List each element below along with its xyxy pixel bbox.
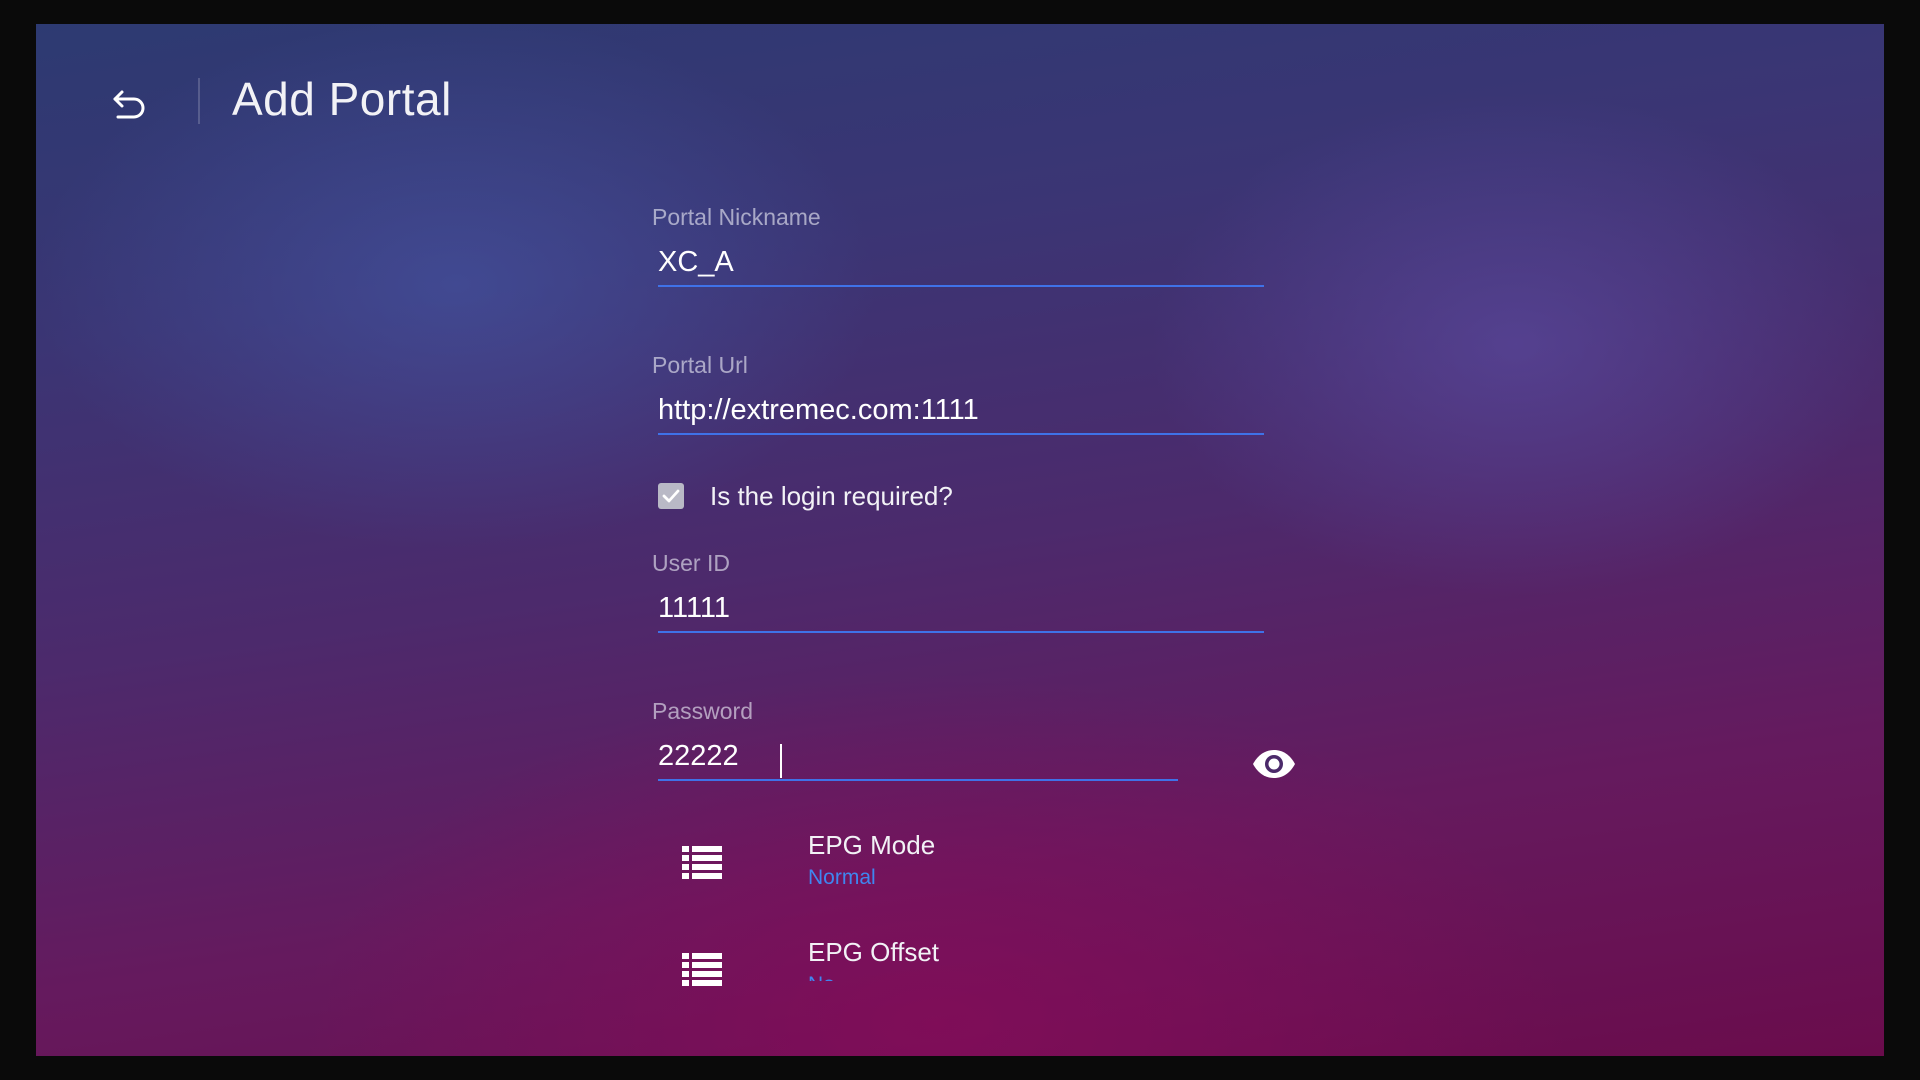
url-field: Portal Url (652, 352, 1264, 435)
header: Add Portal (36, 24, 1884, 174)
app-screen: Add Portal Portal Nickname Portal Url Is… (36, 24, 1884, 1056)
back-arrow-icon (113, 90, 145, 119)
epg-offset-title: EPG Offset (808, 937, 940, 967)
login-required-checkbox[interactable] (658, 483, 684, 509)
url-label: Portal Url (652, 352, 748, 378)
login-required-row[interactable]: Is the login required? (658, 476, 953, 516)
user-id-input[interactable] (658, 591, 1264, 633)
checkmark-icon (662, 489, 680, 503)
password-field: Password (652, 698, 1264, 781)
list-icon (682, 953, 722, 986)
epg-mode-value: Normal (808, 866, 876, 889)
epg-mode-setting[interactable]: EPG Mode Normal (652, 822, 1292, 902)
nickname-input[interactable] (658, 245, 1264, 287)
list-icon (682, 846, 722, 879)
user-id-field: User ID (652, 550, 1264, 633)
login-required-label: Is the login required? (710, 480, 953, 511)
nickname-label: Portal Nickname (652, 204, 821, 230)
eye-icon (1253, 750, 1295, 778)
epg-mode-title: EPG Mode (808, 830, 936, 860)
password-input[interactable] (658, 739, 1178, 781)
user-id-label: User ID (652, 550, 730, 576)
back-button[interactable] (104, 78, 156, 130)
page-title: Add Portal (232, 73, 452, 125)
url-input[interactable] (658, 393, 1264, 435)
password-label: Password (652, 698, 753, 724)
header-divider (198, 78, 200, 124)
epg-offset-setting[interactable]: EPG Offset No (652, 929, 1292, 1009)
toggle-password-visibility-button[interactable] (1248, 742, 1300, 786)
text-cursor (780, 744, 782, 778)
nickname-field: Portal Nickname (652, 204, 1264, 287)
epg-offset-value: No (808, 973, 835, 981)
